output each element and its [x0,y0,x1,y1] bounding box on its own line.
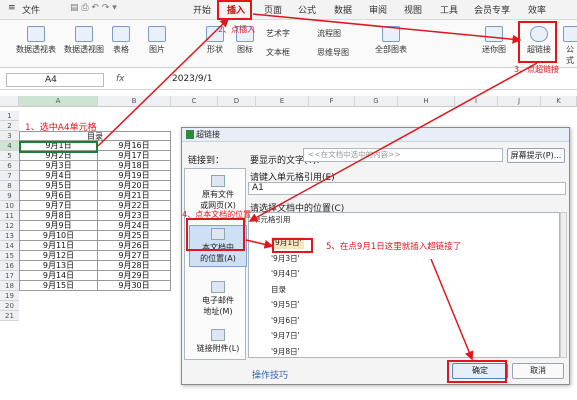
annotation-arrows [97,13,538,361]
arrow-to-hyperlink [252,13,522,44]
arrow-to-sep1-item [245,239,274,249]
arrow-to-document-nav [248,62,538,222]
arrow-to-ok [430,258,474,361]
arrow-to-insert [97,17,230,147]
